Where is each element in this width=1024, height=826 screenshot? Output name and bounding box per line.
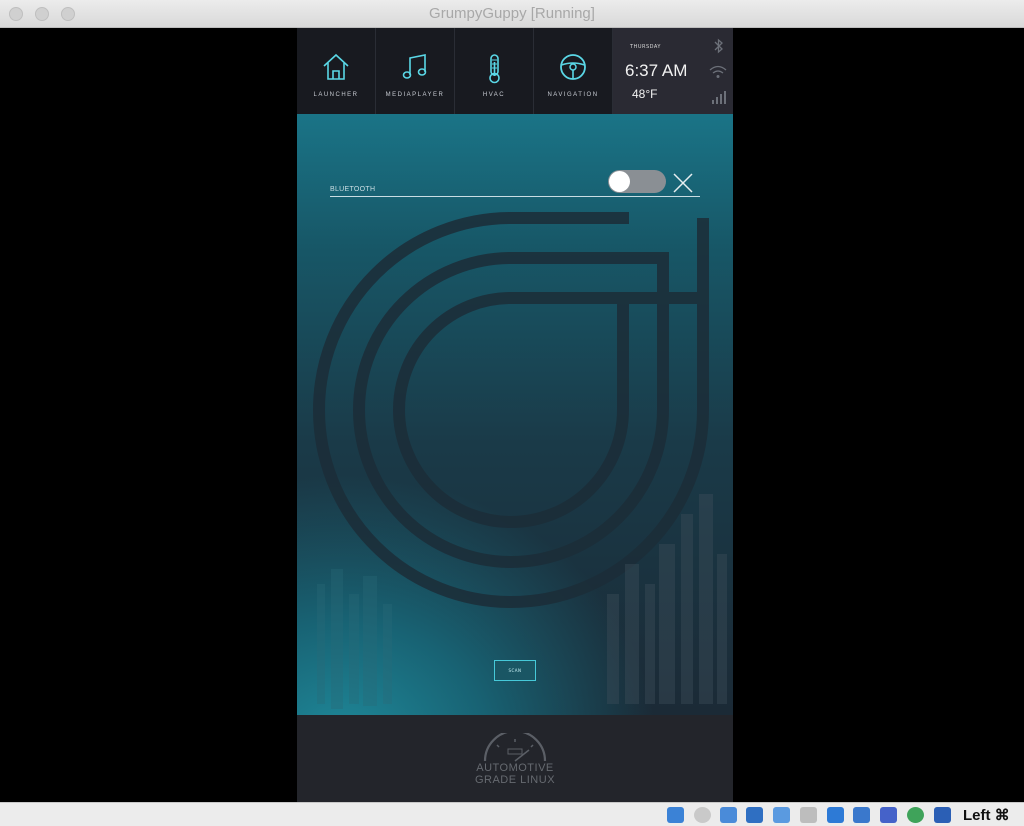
mouse-integration-icon[interactable] <box>907 807 924 823</box>
nav-launcher-label: LAUNCHER <box>313 92 359 98</box>
nav-navigation[interactable]: NAVIGATION <box>534 28 613 114</box>
optical-drive-icon[interactable] <box>694 807 711 823</box>
clock: 6:37 AM <box>625 61 688 80</box>
agl-screen: LAUNCHER MEDIAPLAYER HVAC NAVIGATION THU… <box>297 28 733 802</box>
shared-folders-icon[interactable] <box>800 807 817 823</box>
window-title: GrumpyGuppy [Running] <box>429 5 595 22</box>
wifi-icon <box>709 65 727 78</box>
steering-wheel-icon <box>560 54 586 80</box>
toggle-knob <box>609 171 630 192</box>
thermometer-icon <box>489 54 500 84</box>
network-icon[interactable] <box>746 807 763 823</box>
day-label: THURSDAY <box>630 44 661 50</box>
top-navigation-bar: LAUNCHER MEDIAPLAYER HVAC NAVIGATION THU… <box>297 28 733 114</box>
close-icon[interactable] <box>672 172 694 194</box>
video-capture-icon[interactable] <box>853 807 870 823</box>
bluetooth-icon <box>714 38 723 54</box>
host-key-label: Left ⌘ <box>963 807 1010 824</box>
nav-hvac[interactable]: HVAC <box>455 28 534 114</box>
bluetooth-toggle[interactable] <box>608 170 666 193</box>
hard-disk-icon[interactable] <box>667 807 684 823</box>
usb-icon[interactable] <box>773 807 790 823</box>
nav-mediaplayer-label: MEDIAPLAYER <box>385 92 445 98</box>
logo-text-line2: GRADE LINUX <box>474 774 556 786</box>
nav-launcher[interactable]: LAUNCHER <box>297 28 376 114</box>
scan-button[interactable]: SCAN <box>494 660 536 681</box>
status-panel: THURSDAY 6:37 AM 48°F <box>613 28 733 114</box>
window-titlebar: GrumpyGuppy [Running] <box>0 0 1024 28</box>
audio-icon[interactable] <box>720 807 737 823</box>
cpu-icon[interactable] <box>880 807 897 823</box>
temperature: 48°F <box>632 87 658 101</box>
bluetooth-label: BLUETOOTH <box>330 186 376 193</box>
background-art <box>313 212 727 709</box>
gauge-logo-icon <box>483 733 547 762</box>
keyboard-capture-icon[interactable] <box>934 807 951 823</box>
music-note-icon <box>402 54 427 79</box>
nav-mediaplayer[interactable]: MEDIAPLAYER <box>376 28 455 114</box>
home-icon <box>323 53 349 80</box>
nav-hvac-label: HVAC <box>482 92 506 98</box>
divider <box>330 196 700 197</box>
bottom-logo-bar: AUTOMOTIVE GRADE LINUX <box>297 715 733 802</box>
display-icon[interactable] <box>827 807 844 823</box>
logo-text-line1: AUTOMOTIVE <box>476 762 554 774</box>
nav-navigation-label: NAVIGATION <box>547 92 599 98</box>
bluetooth-settings-panel: BLUETOOTH SCAN <box>297 114 733 715</box>
signal-strength-icon <box>712 91 726 104</box>
vm-status-bar: Left ⌘ <box>0 802 1024 826</box>
